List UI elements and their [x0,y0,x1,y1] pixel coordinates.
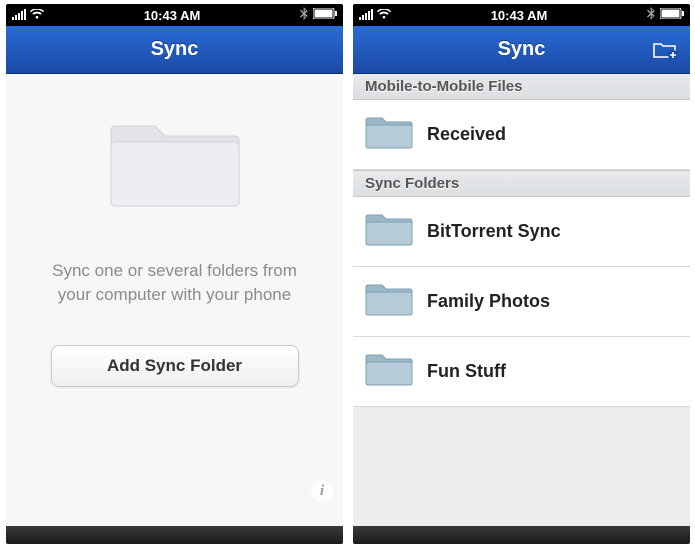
empty-state: Sync one or several folders from your co… [6,74,343,526]
phone-screen-list: 10:43 AM Sync Mobile-to-Mobile Files [353,4,690,544]
folder-row-label: BitTorrent Sync [427,221,561,242]
folder-row-family-photos[interactable]: Family Photos [353,267,690,337]
nav-title: Sync [498,38,546,61]
folder-icon [365,113,413,156]
folder-row-label: Family Photos [427,291,550,312]
section-header-mobile: Mobile-to-Mobile Files [353,74,690,100]
phone-screen-empty: 10:43 AM Sync Sync one or several folder… [6,4,343,544]
folder-icon [365,350,413,393]
battery-icon [660,8,684,22]
battery-icon [313,8,337,22]
status-bar: 10:43 AM [353,4,690,26]
status-time: 10:43 AM [391,8,647,23]
signal-icon [12,10,26,20]
info-icon[interactable]: i [311,480,333,502]
folder-row-received[interactable]: Received [353,100,690,170]
status-time: 10:43 AM [44,8,300,23]
nav-bar: Sync [6,26,343,74]
wifi-icon [377,8,391,22]
signal-icon [359,10,373,20]
add-folder-nav-button[interactable] [648,36,682,64]
bottom-strip [353,526,690,544]
folder-row-fun-stuff[interactable]: Fun Stuff [353,337,690,407]
nav-title: Sync [151,38,199,61]
bluetooth-icon [647,7,655,23]
folder-row-label: Received [427,124,506,145]
folder-row-bittorrent-sync[interactable]: BitTorrent Sync [353,197,690,267]
folder-row-label: Fun Stuff [427,361,506,382]
add-sync-folder-button[interactable]: Add Sync Folder [51,345,299,387]
section-header-folders: Sync Folders [353,170,690,197]
bluetooth-icon [300,7,308,23]
empty-state-text: Sync one or several folders from your co… [6,259,343,307]
nav-bar: Sync [353,26,690,74]
wifi-icon [30,8,44,22]
folder-icon [365,280,413,323]
folder-icon [365,210,413,253]
folder-list: Mobile-to-Mobile Files Received Sync Fol… [353,74,690,526]
bottom-strip [6,526,343,544]
status-bar: 10:43 AM [6,4,343,26]
folder-placeholder-icon [109,112,241,217]
add-folder-icon [653,41,677,59]
